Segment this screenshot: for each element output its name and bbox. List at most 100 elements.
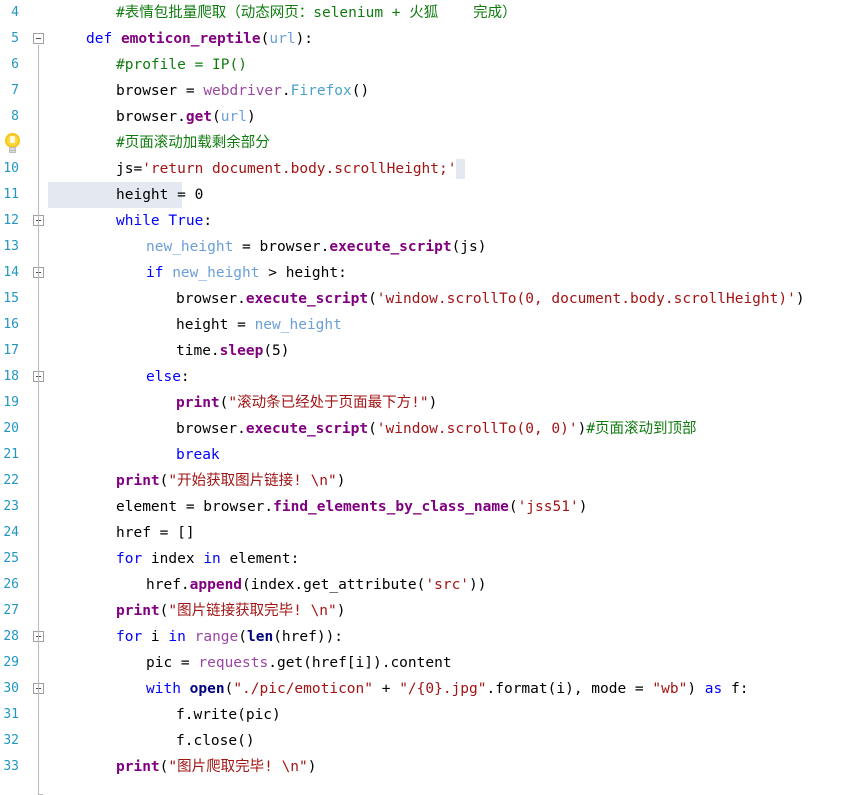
token-kw: def [86, 31, 113, 47]
code-line[interactable]: href.append(index.get_attribute('src')) [48, 572, 858, 598]
line-number: 31 [3, 707, 19, 722]
token-plain: ) [687, 681, 705, 697]
code-line[interactable]: f.close() [48, 728, 858, 754]
code-line[interactable]: browser.get(url) [48, 104, 858, 130]
code-line[interactable]: f.write(pic) [48, 702, 858, 728]
token-kw: in [168, 629, 186, 645]
code-line[interactable]: print("开始获取图片链接! \n") [48, 468, 858, 494]
token-str: 'window.scrollTo(0, document.body.scroll… [376, 291, 796, 307]
code-line[interactable]: pic = requests.get(href[i]).content [48, 650, 858, 676]
token-kw: while [116, 213, 160, 229]
token-plain: )) [469, 577, 487, 593]
line-number: 29 [3, 655, 19, 670]
token-plain: href = [] [116, 525, 195, 541]
code-content[interactable]: #表情包批量爬取（动态网页：selenium + 火狐 完成） def emoti… [48, 0, 858, 775]
token-plain: ) [307, 759, 317, 775]
code-line[interactable]: for index in element: [48, 546, 858, 572]
code-line[interactable]: def emoticon_reptile(url): [48, 26, 858, 52]
line-number: 33 [3, 759, 19, 774]
token-plain: browser = [116, 83, 204, 99]
line-number: 22 [3, 473, 19, 488]
token-str: 'return document.body.scrollHeight;' [142, 161, 457, 177]
lightbulb-icon[interactable] [4, 133, 21, 155]
code-line[interactable]: browser = webdriver.Firefox() [48, 78, 858, 104]
token-kw: if [146, 265, 164, 281]
token-fn: append [189, 577, 243, 593]
token-plain: (index.get_attribute( [242, 577, 426, 593]
token-fn: execute_script [245, 291, 369, 307]
token-com: #页面滚动到顶部 [586, 421, 697, 437]
token-plain: js= [116, 161, 143, 177]
token-fn: print [176, 395, 220, 411]
token-fn: print [116, 603, 160, 619]
code-line[interactable]: print("滚动条已经处于页面最下方!") [48, 390, 858, 416]
token-plain: f: [722, 681, 749, 697]
token-plain: href. [146, 577, 190, 593]
line-number: 25 [3, 551, 19, 566]
token-plain: ): [295, 31, 314, 47]
token-builtin: len [247, 629, 274, 645]
code-line[interactable]: #表情包批量爬取（动态网页：selenium + 火狐 完成） [48, 0, 858, 26]
token-fn: print [116, 759, 160, 775]
token-plain: : [180, 369, 190, 385]
line-number: 10 [3, 161, 19, 176]
token-plain: + [373, 681, 400, 697]
token-str: "/{0}.jpg" [399, 681, 487, 697]
token-plain: (href)): [273, 629, 344, 645]
token-plain: ) [336, 473, 346, 489]
token-plain: ( [263, 343, 273, 359]
code-line[interactable]: with open("./pic/emoticon" + "/{0}.jpg".… [48, 676, 858, 702]
line-number: 19 [3, 395, 19, 410]
token-param: url [269, 31, 296, 47]
fold-toggle-icon[interactable] [33, 33, 44, 44]
code-line[interactable]: browser.execute_script('window.scrollTo(… [48, 416, 858, 442]
code-line[interactable]: js='return document.body.scrollHeight;' [48, 156, 858, 182]
token-plain: > height: [259, 265, 347, 281]
line-number: 30 [3, 681, 19, 696]
code-line[interactable]: height = new_height [48, 312, 858, 338]
line-number: 26 [3, 577, 19, 592]
line-number: 23 [3, 499, 19, 514]
code-line[interactable]: break [48, 442, 858, 468]
code-line[interactable]: #页面滚动加载剩余部分 [48, 130, 858, 156]
token-fn: execute_script [245, 421, 369, 437]
token-str: "wb" [652, 681, 688, 697]
token-mod: webdriver [203, 83, 282, 99]
code-line[interactable]: print("图片爬取完毕! \n") [48, 754, 858, 780]
code-line[interactable]: #profile = IP() [48, 52, 858, 78]
code-line[interactable]: if new_height > height: [48, 260, 858, 286]
line-number: 11 [3, 187, 19, 202]
token-kw: True [168, 213, 204, 229]
code-line[interactable]: href = [] [48, 520, 858, 546]
token-kw: with [146, 681, 181, 697]
token-plain: .format(i), mode = [486, 681, 653, 697]
line-number: 13 [3, 239, 19, 254]
line-number: 6 [11, 57, 19, 72]
token-plain: . [281, 83, 291, 99]
token-plain: height = [116, 187, 195, 203]
line-number: 14 [3, 265, 19, 280]
token-str: "开始获取图片链接! \n" [168, 473, 337, 489]
code-line[interactable]: print("图片链接获取完毕! \n") [48, 598, 858, 624]
token-com: #页面滚动加载剩余部分 [116, 135, 270, 151]
token-fnname: emoticon_reptile [120, 31, 261, 47]
line-number: 7 [11, 83, 19, 98]
token-kw: for [116, 629, 143, 645]
line-number: 27 [3, 603, 19, 618]
token-plain: f.close() [176, 733, 255, 749]
code-line[interactable]: for i in range(len(href)): [48, 624, 858, 650]
code-line[interactable]: browser.execute_script('window.scrollTo(… [48, 286, 858, 312]
code-line[interactable]: element = browser.find_elements_by_class… [48, 494, 858, 520]
token-mod: range [194, 629, 239, 645]
code-line[interactable]: height = 0 [48, 182, 858, 208]
code-line[interactable]: else: [48, 364, 858, 390]
token-plain: (js) [451, 239, 487, 255]
code-line[interactable]: new_height = browser.execute_script(js) [48, 234, 858, 260]
token-plain: time. [176, 343, 220, 359]
code-line[interactable]: time.sleep(5) [48, 338, 858, 364]
code-editor[interactable]: 4567891011121314151617181920212223242526… [0, 0, 858, 795]
code-folding-column[interactable] [32, 0, 48, 795]
code-line[interactable]: while True: [48, 208, 858, 234]
token-plain: browser. [176, 291, 246, 307]
